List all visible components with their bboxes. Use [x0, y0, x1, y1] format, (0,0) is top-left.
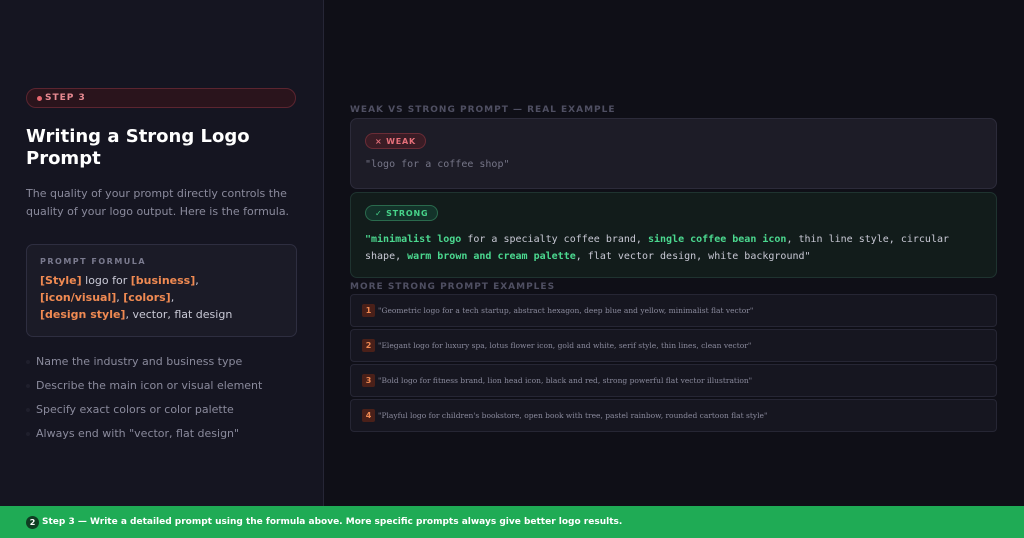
weak-prompt-text: "logo for a coffee shop" [365, 159, 510, 170]
prompt-text: , flat vector design, white background" [575, 251, 811, 262]
step-label: STEP 3 [45, 93, 86, 103]
strong-prompt-text: "minimalist logo for a specialty coffee … [365, 231, 985, 265]
list-item: Describe the main icon or visual element [26, 378, 306, 402]
step-badge: STEP 3 [26, 88, 296, 108]
formula-placeholder-business: [business] [130, 274, 196, 287]
footer-bar: 2 Step 3 — Write a detailed prompt using… [0, 506, 1024, 538]
tip-text: Name the industry and business type [36, 355, 243, 368]
strong-badge: ✓ STRONG [365, 205, 439, 221]
examples-label: MORE STRONG PROMPT EXAMPLES [350, 282, 556, 292]
tip-text: Describe the main icon or visual element [36, 379, 263, 392]
list-item: Name the industry and business type [26, 354, 306, 378]
comparison-label: WEAK VS STRONG PROMPT — REAL EXAMPLE [350, 105, 616, 115]
formula-line-3: [design style], vector, flat design [40, 306, 283, 323]
example-number: 4 [362, 409, 375, 422]
example-item: 4 "Playful logo for children's bookstore… [350, 399, 997, 432]
prompt-text: for a specialty coffee brand, [461, 234, 648, 245]
example-text: "Playful logo for children's bookstore, … [378, 411, 768, 420]
formula-placeholder-style: [Style] [40, 274, 82, 287]
right-panel: WEAK VS STRONG PROMPT — REAL EXAMPLE × W… [324, 0, 1024, 506]
tip-text: Always end with "vector, flat design" [36, 427, 240, 440]
bullet-icon [26, 408, 30, 412]
step-dot-icon [37, 95, 42, 101]
formula-placeholder-icon: [icon/visual] [40, 291, 117, 304]
footer-text: Step 3 — Write a detailed prompt using t… [42, 517, 623, 527]
page-title: Writing a Strong Logo Prompt [26, 126, 250, 169]
example-text: "Elegant logo for luxury spa, lotus flow… [378, 341, 752, 350]
prompt-formula-box: PROMPT FORMULA [Style] logo for [busines… [26, 244, 297, 337]
formula-line-2: [icon/visual], [colors], [40, 289, 283, 306]
example-number: 2 [362, 339, 375, 352]
formula-placeholder-design-style: [design style] [40, 308, 126, 321]
formula-placeholder-colors: [colors] [123, 291, 171, 304]
formula-line-1: [Style] logo for [business], [40, 272, 283, 289]
formula-text: , [170, 291, 175, 304]
strong-prompt-card: ✓ STRONG "minimalist logo for a specialt… [350, 192, 997, 278]
list-item: Always end with "vector, flat design" [26, 426, 306, 450]
list-item: Specify exact colors or color palette [26, 402, 306, 426]
highlight-style: "minimalist logo [365, 234, 462, 245]
example-number: 1 [362, 304, 375, 317]
left-panel: STEP 3 Writing a Strong Logo Prompt The … [0, 0, 324, 506]
highlight-icon: single coffee bean icon [647, 234, 787, 245]
example-item: 2 "Elegant logo for luxury spa, lotus fl… [350, 329, 997, 362]
footer-step-number: 2 [26, 515, 39, 529]
page-description: The quality of your prompt directly cont… [26, 187, 290, 218]
tips-list: Name the industry and business type Desc… [26, 354, 306, 450]
bullet-icon [26, 360, 30, 364]
highlight-colors: warm brown and cream palette [407, 251, 576, 262]
formula-text: logo for [81, 274, 131, 287]
formula-text: , vector, flat design [125, 308, 233, 321]
bullet-icon [26, 432, 30, 436]
formula-label: PROMPT FORMULA [40, 257, 147, 266]
example-item: 1 "Geometric logo for a tech startup, ab… [350, 294, 997, 327]
formula-text: , [195, 274, 199, 287]
example-number: 3 [362, 374, 375, 387]
bullet-icon [26, 384, 30, 388]
example-text: "Bold logo for fitness brand, lion head … [378, 376, 753, 385]
weak-badge: × WEAK [365, 133, 426, 149]
example-text: "Geometric logo for a tech startup, abst… [378, 306, 754, 315]
weak-prompt-card: × WEAK "logo for a coffee shop" [350, 118, 997, 189]
tip-text: Specify exact colors or color palette [36, 403, 234, 416]
example-item: 3 "Bold logo for fitness brand, lion hea… [350, 364, 997, 397]
